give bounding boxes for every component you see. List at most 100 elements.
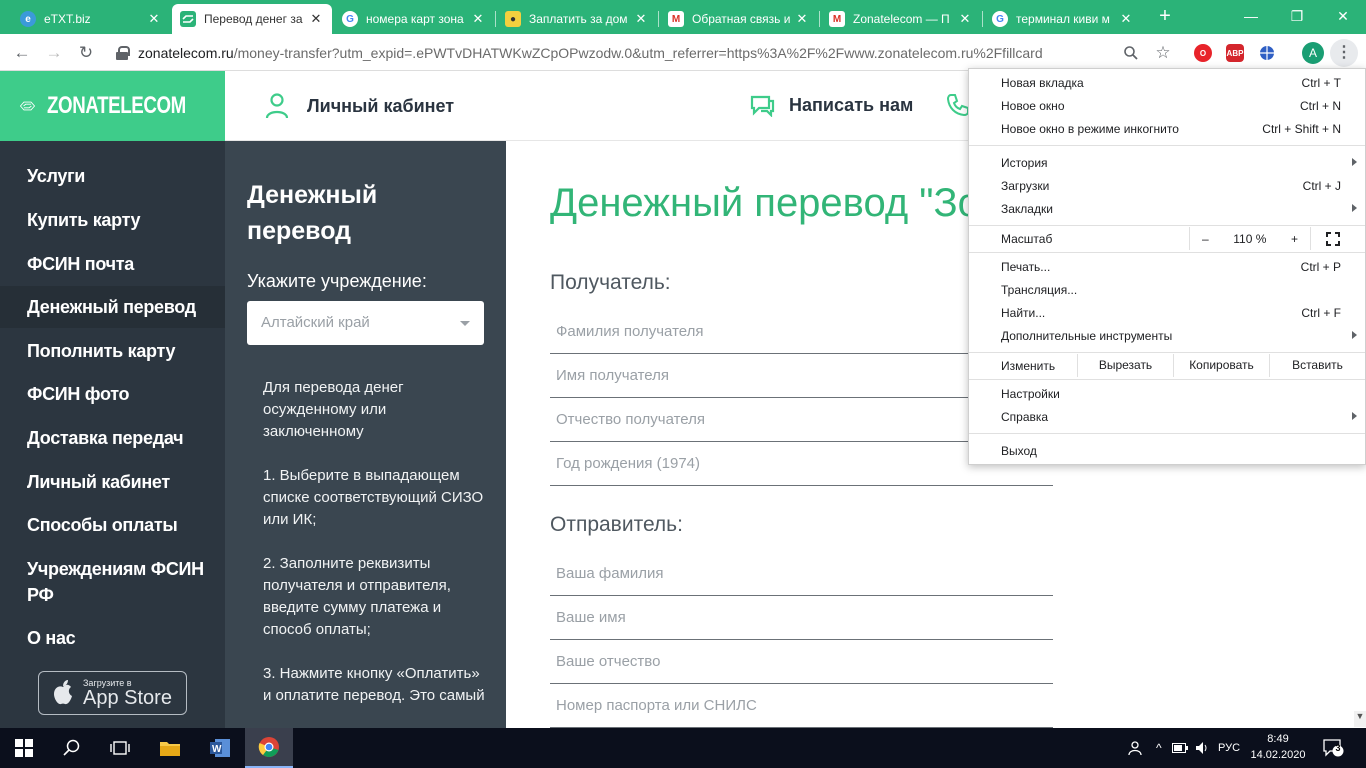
nav-item-about[interactable]: О нас <box>0 625 225 651</box>
menu-divider <box>969 145 1365 146</box>
nav-item-services[interactable]: Услуги <box>0 163 225 189</box>
nav-item-parcel-delivery[interactable]: Доставка передач <box>0 425 225 451</box>
header-account-label: Личный кабинет <box>307 95 455 116</box>
clock-date: 14.02.2020 <box>1250 749 1306 761</box>
chrome-taskbar-icon[interactable] <box>245 728 293 768</box>
nav-item-top-up-card[interactable]: Пополнить карту <box>0 338 225 364</box>
tab-label: Обратная связь и <box>692 12 790 26</box>
adblock-plus-icon[interactable]: ABP <box>1224 42 1246 64</box>
back-arrow-icon[interactable]: ← <box>10 41 34 65</box>
people-icon[interactable] <box>1128 728 1146 768</box>
new-tab-button[interactable]: + <box>1154 5 1176 27</box>
minimize-button[interactable]: — <box>1228 0 1274 32</box>
bookmark-star-icon[interactable]: ☆ <box>1152 42 1174 64</box>
left-navigation: Услуги Купить карту ФСИН почта Денежный … <box>0 141 225 728</box>
word-icon[interactable]: W <box>196 728 244 768</box>
menu-item-new-window[interactable]: Новое окно Ctrl + N <box>969 95 1365 118</box>
menu-item-bookmarks[interactable]: Закладки <box>969 198 1365 221</box>
sender-patronymic-field[interactable] <box>550 640 1053 684</box>
input-language[interactable]: РУС <box>1218 728 1240 768</box>
nav-item-payment-methods[interactable]: Способы оплаты <box>0 512 225 538</box>
nav-item-fsin-mail[interactable]: ФСИН почта <box>0 251 225 277</box>
institution-label: Укажите учреждение: <box>247 271 427 291</box>
tab-etxt[interactable]: e eTXT.biz ✕ <box>12 4 170 34</box>
system-clock[interactable]: 8:49 14.02.2020 <box>1250 731 1306 763</box>
globe-extension-icon[interactable] <box>1256 42 1278 64</box>
tab-close-icon[interactable]: ✕ <box>957 11 973 27</box>
header-account-link[interactable]: Личный кабинет <box>265 93 454 119</box>
menu-item-downloads[interactable]: Загрузки Ctrl + J <box>969 175 1365 198</box>
tab-label: Заплатить за дом <box>529 12 628 26</box>
task-view-icon[interactable] <box>96 728 144 768</box>
menu-item-help[interactable]: Справка <box>969 406 1365 429</box>
file-explorer-icon[interactable] <box>146 728 194 768</box>
maximize-button[interactable]: ❐ <box>1274 0 1320 32</box>
sender-passport-field[interactable] <box>550 684 1053 728</box>
tab-pay-home[interactable]: ● Заплатить за дом ✕ <box>497 4 657 34</box>
nav-item-fsin-institutions[interactable]: Учреждениям ФСИН РФ <box>0 556 205 608</box>
tab-google-search[interactable]: G номера карт зона ✕ <box>334 4 494 34</box>
chrome-menu-icon[interactable]: ⋮ <box>1330 39 1358 67</box>
search-icon[interactable] <box>48 728 96 768</box>
fullscreen-icon[interactable] <box>1326 232 1340 246</box>
menu-item-more-tools[interactable]: Дополнительные инструменты <box>969 325 1365 348</box>
menu-item-label: Выход <box>1001 444 1037 458</box>
tab-money-transfer[interactable]: Перевод денег за ✕ <box>172 4 332 34</box>
menu-item-shortcut: Ctrl + N <box>1299 99 1341 113</box>
menu-item-settings[interactable]: Настройки <box>969 383 1365 406</box>
sender-surname-input[interactable] <box>550 552 1053 595</box>
windows-start-icon[interactable] <box>0 728 48 768</box>
nav-item-personal-account[interactable]: Личный кабинет <box>0 469 225 495</box>
institution-select[interactable]: Алтайский край <box>247 301 484 345</box>
menu-item-new-tab[interactable]: Новая вкладка Ctrl + T <box>969 72 1365 95</box>
opera-vpn-icon[interactable]: O <box>1192 42 1214 64</box>
menu-item-history[interactable]: История <box>969 152 1365 175</box>
profile-avatar[interactable]: A <box>1302 42 1324 64</box>
header-contact-link[interactable]: Написать нам <box>749 93 913 117</box>
menu-item-cast[interactable]: Трансляция... <box>969 279 1365 302</box>
tab-gmail-zonatelecom[interactable]: M Zonatelecom — П ✕ <box>821 4 981 34</box>
tab-qiwi-terminal[interactable]: G терминал киви м ✕ <box>984 4 1142 34</box>
nav-item-money-transfer[interactable]: Денежный перевод <box>0 286 225 328</box>
site-logo[interactable]: ZONATELECOM <box>0 71 225 141</box>
tab-close-icon[interactable]: ✕ <box>794 11 810 27</box>
institution-select-value: Алтайский край <box>261 314 370 331</box>
zoom-out-button[interactable]: – <box>1202 232 1209 246</box>
forward-arrow-icon[interactable]: → <box>42 41 66 65</box>
paste-button[interactable]: Вставить <box>1269 354 1365 377</box>
sender-name-field[interactable] <box>550 596 1053 640</box>
nav-item-fsin-photo[interactable]: ФСИН фото <box>0 381 225 407</box>
chat-icon <box>749 93 775 117</box>
sender-name-input[interactable] <box>550 596 1053 639</box>
tab-close-icon[interactable]: ✕ <box>146 11 162 27</box>
tab-close-icon[interactable]: ✕ <box>470 11 486 27</box>
sender-patronymic-input[interactable] <box>550 640 1053 683</box>
menu-item-find[interactable]: Найти... Ctrl + F <box>969 302 1365 325</box>
close-window-button[interactable]: ✕ <box>1320 0 1366 32</box>
address-bar[interactable]: zonatelecom.ru/money-transfer?utm_expid=… <box>110 39 1188 67</box>
menu-item-incognito[interactable]: Новое окно в режиме инкогнито Ctrl + Shif… <box>969 118 1365 141</box>
menu-item-exit[interactable]: Выход <box>969 440 1365 463</box>
zoom-icon[interactable] <box>1120 42 1142 64</box>
tray-overflow-icon[interactable]: ^ <box>1156 728 1162 768</box>
action-center-icon[interactable]: 3 <box>1322 728 1344 768</box>
zoom-in-button[interactable]: + <box>1291 232 1298 246</box>
copy-button[interactable]: Копировать <box>1173 354 1269 377</box>
tab-close-icon[interactable]: ✕ <box>1118 11 1134 27</box>
volume-icon[interactable] <box>1195 728 1211 768</box>
tab-close-icon[interactable]: ✕ <box>308 11 324 27</box>
page-title: Денежный перевод "Зо <box>550 181 980 225</box>
sender-passport-input[interactable] <box>550 684 1053 727</box>
tab-close-icon[interactable]: ✕ <box>633 11 649 27</box>
tab-gmail-feedback[interactable]: M Обратная связь и ✕ <box>660 4 818 34</box>
reload-icon[interactable]: ↻ <box>74 41 98 65</box>
sender-surname-field[interactable] <box>550 552 1053 596</box>
nav-item-buy-card[interactable]: Купить карту <box>0 207 225 233</box>
battery-icon[interactable] <box>1172 728 1188 768</box>
cut-button[interactable]: Вырезать <box>1077 354 1173 377</box>
menu-item-print[interactable]: Печать... Ctrl + P <box>969 256 1365 279</box>
app-store-badge[interactable]: Загрузите в App Store <box>38 671 187 715</box>
info-paragraph: 1. Выберите в выпадающем списке соответс… <box>263 467 484 528</box>
scroll-down-arrow-icon[interactable]: ▼ <box>1354 711 1366 727</box>
menu-item-shortcut: Ctrl + Shift + N <box>1262 122 1341 136</box>
